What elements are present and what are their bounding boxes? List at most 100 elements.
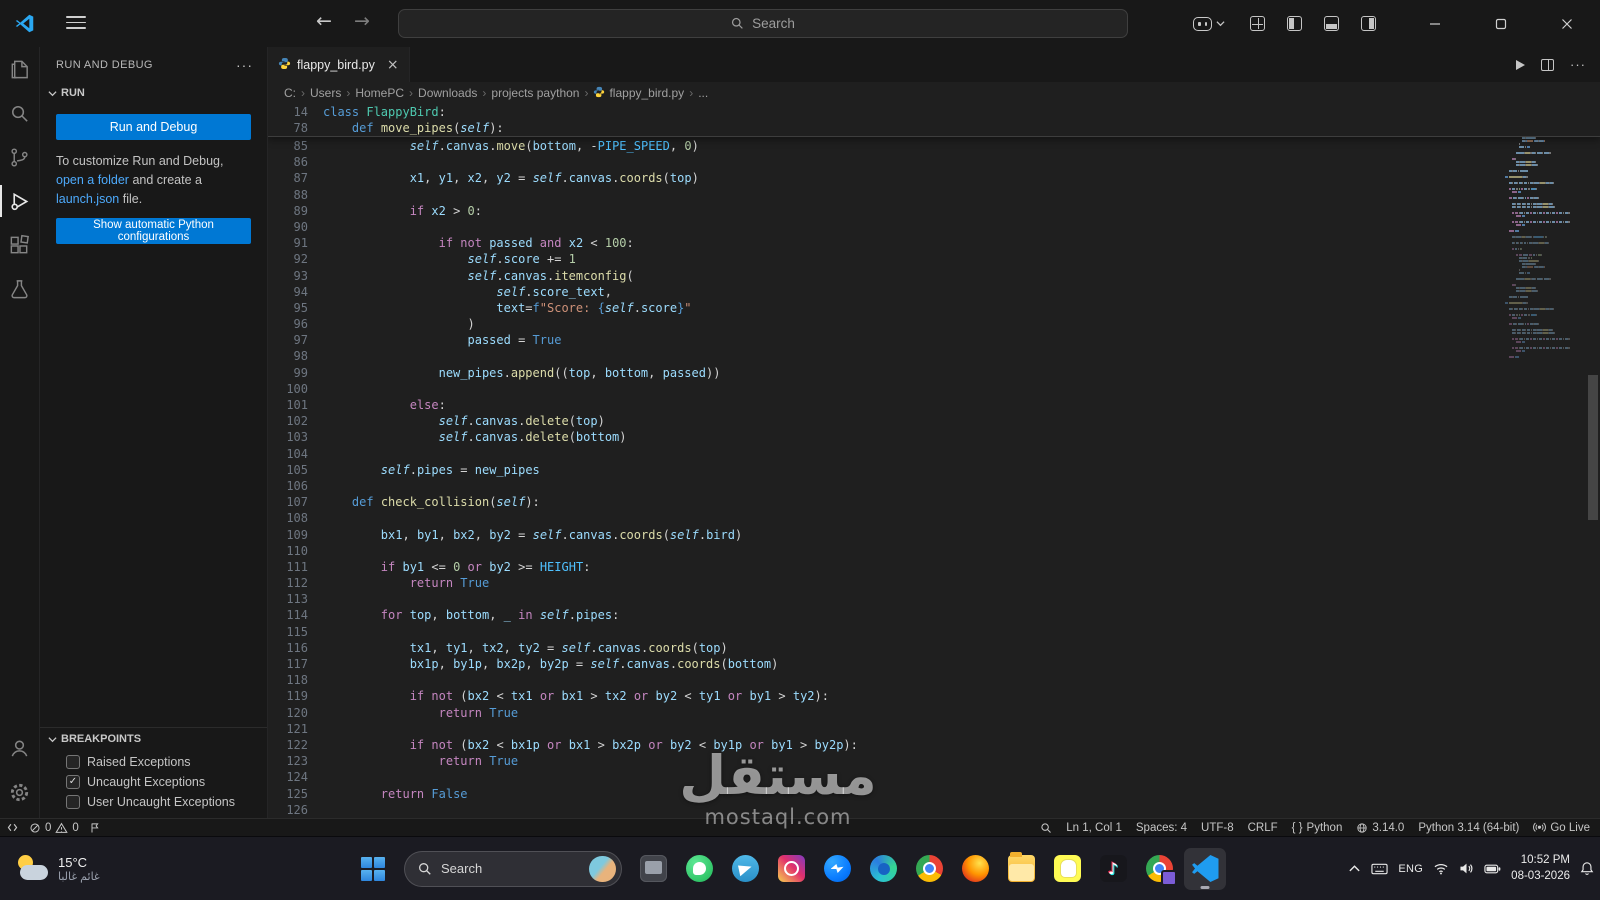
notification-bell-icon[interactable] <box>1580 861 1594 876</box>
command-center-search[interactable]: Search <box>398 9 1128 38</box>
breadcrumb-item[interactable]: projects paython <box>491 86 579 100</box>
code-line[interactable]: 118 <box>268 672 1600 688</box>
code-line[interactable]: 97 passed = True <box>268 332 1600 348</box>
run-python-file-icon[interactable] <box>1516 59 1525 70</box>
go-forward-icon[interactable]: → <box>354 10 370 32</box>
code-line[interactable]: 110 <box>268 543 1600 559</box>
extensions-icon[interactable] <box>0 223 40 267</box>
run-section-header[interactable]: RUN <box>40 82 267 104</box>
toggle-primary-sidebar-button[interactable] <box>1287 16 1302 31</box>
python-interpreter[interactable]: Python 3.14 (64-bit) <box>1418 822 1519 834</box>
language-mode[interactable]: { } Python <box>1292 822 1343 834</box>
source-control-icon[interactable] <box>0 135 40 179</box>
taskbar-app-vscode[interactable] <box>1184 847 1226 890</box>
taskbar-app-firefox[interactable] <box>954 848 996 890</box>
explorer-icon[interactable] <box>0 47 40 91</box>
taskbar-app-tiktok[interactable] <box>1092 848 1134 890</box>
editor-more-actions[interactable]: ··· <box>1570 57 1586 72</box>
taskbar-app-snapchat[interactable] <box>1046 848 1088 890</box>
python-version[interactable]: 3.14.0 <box>1356 822 1404 834</box>
input-language[interactable]: ENG <box>1398 863 1423 875</box>
code-line[interactable]: 109 bx1, by1, bx2, by2 = self.canvas.coo… <box>268 527 1600 543</box>
code-line[interactable]: 112 return True <box>268 575 1600 591</box>
code-line[interactable]: 89 if x2 > 0: <box>268 203 1600 219</box>
go-back-icon[interactable]: ← <box>316 10 332 32</box>
code-line[interactable]: 102 self.canvas.delete(top) <box>268 413 1600 429</box>
code-line[interactable]: 14 class FlappyBird: <box>268 104 1600 120</box>
minimize-button[interactable] <box>1402 0 1468 47</box>
show-python-configurations-button[interactable]: Show automatic Python configurations <box>56 218 251 245</box>
split-editor-icon[interactable] <box>1541 58 1554 71</box>
breakpoint-row[interactable]: Raised Exceptions <box>40 752 267 772</box>
code-line[interactable]: 105 self.pipes = new_pipes <box>268 462 1600 478</box>
breakpoint-checkbox[interactable] <box>66 795 80 809</box>
tab-flappy-bird[interactable]: flappy_bird.py × <box>268 47 410 82</box>
code-line[interactable]: 94 self.score_text, <box>268 284 1600 300</box>
toggle-secondary-sidebar-button[interactable] <box>1361 16 1376 31</box>
maximize-button[interactable] <box>1468 0 1534 47</box>
code-line[interactable]: 101 else: <box>268 397 1600 413</box>
indentation-indicator[interactable]: Spaces: 4 <box>1136 822 1187 834</box>
editor-scrollbar[interactable] <box>1588 375 1598 520</box>
breadcrumb-item[interactable]: ... <box>698 86 708 100</box>
code-editor[interactable]: 14 class FlappyBird: 78 def move_pipes(sel… <box>268 104 1600 818</box>
run-and-debug-icon[interactable] <box>0 179 40 223</box>
cursor-position[interactable]: Ln 1, Col 1 <box>1066 822 1122 834</box>
sidebar-link[interactable]: open a folder <box>56 173 129 187</box>
weather-widget[interactable]: 15°C غائم غالبا <box>8 837 108 900</box>
breadcrumb-item[interactable]: HomePC <box>355 86 404 100</box>
clock-widget[interactable]: 10:52 PM 08-03-2026 <box>1511 853 1570 884</box>
customize-layout-button[interactable] <box>1250 16 1265 31</box>
volume-icon[interactable] <box>1459 862 1474 875</box>
code-line[interactable]: 88 <box>268 187 1600 203</box>
menu-icon[interactable] <box>66 16 86 29</box>
settings-gear-icon[interactable] <box>0 770 40 814</box>
taskbar-search[interactable]: Search <box>404 850 622 887</box>
account-icon[interactable] <box>0 726 40 770</box>
problems-indicator[interactable]: 0 0 <box>29 822 79 834</box>
code-line[interactable]: 122 if not (bx2 < bx1p or bx1 > bx2p or … <box>268 737 1600 753</box>
breakpoint-row[interactable]: ✓ Uncaught Exceptions <box>40 772 267 792</box>
code-line[interactable]: 92 self.score += 1 <box>268 251 1600 267</box>
code-line[interactable]: 100 <box>268 381 1600 397</box>
breakpoint-checkbox[interactable] <box>66 755 80 769</box>
breadcrumb-item[interactable]: Users <box>310 86 341 100</box>
code-line[interactable]: 86 <box>268 154 1600 170</box>
taskbar-app-chrome[interactable] <box>908 848 950 890</box>
screencast-zoom-icon[interactable] <box>1040 822 1052 834</box>
code-line[interactable]: 93 self.canvas.itemconfig( <box>268 268 1600 284</box>
taskbar-app-task-view[interactable] <box>632 848 674 890</box>
code-line[interactable]: 104 <box>268 446 1600 462</box>
minimap[interactable] <box>1502 104 1584 362</box>
code-line[interactable]: 119 if not (bx2 < tx1 or bx1 > tx2 or by… <box>268 688 1600 704</box>
remote-indicator[interactable] <box>6 821 19 834</box>
sidebar-link[interactable]: launch.json <box>56 192 119 206</box>
breakpoint-row[interactable]: User Uncaught Exceptions <box>40 792 267 812</box>
tab-close-icon[interactable]: × <box>387 57 399 73</box>
code-line[interactable]: 123 return True <box>268 753 1600 769</box>
search-sidebar-icon[interactable] <box>0 91 40 135</box>
code-line[interactable]: 121 <box>268 721 1600 737</box>
code-line[interactable]: 115 <box>268 624 1600 640</box>
testing-icon[interactable] <box>0 267 40 311</box>
code-line[interactable]: 108 <box>268 510 1600 526</box>
taskbar-app-file-explorer[interactable] <box>1000 848 1042 890</box>
wifi-icon[interactable] <box>1433 862 1449 875</box>
breadcrumb-item[interactable]: flappy_bird.py <box>593 86 684 101</box>
code-line[interactable]: 103 self.canvas.delete(bottom) <box>268 429 1600 445</box>
code-line[interactable]: 107 def check_collision(self): <box>268 494 1600 510</box>
breakpoints-header[interactable]: BREAKPOINTS <box>40 728 267 750</box>
code-line[interactable]: 87 x1, y1, x2, y2 = self.canvas.coords(t… <box>268 170 1600 186</box>
code-line[interactable]: 114 for top, bottom, _ in self.pipes: <box>268 607 1600 623</box>
breadcrumb-item[interactable]: Downloads <box>418 86 477 100</box>
eol-indicator[interactable]: CRLF <box>1248 822 1278 834</box>
sidebar-more-actions[interactable]: ··· <box>236 57 253 73</box>
ports-indicator[interactable] <box>89 822 101 834</box>
copilot-button[interactable] <box>1193 16 1225 31</box>
go-live-button[interactable]: Go Live <box>1533 822 1590 834</box>
code-line[interactable]: 124 <box>268 769 1600 785</box>
taskbar-app-edge[interactable] <box>862 848 904 890</box>
toggle-panel-button[interactable] <box>1324 16 1339 31</box>
taskbar-app-messenger[interactable] <box>816 848 858 890</box>
breakpoint-checkbox[interactable]: ✓ <box>66 775 80 789</box>
